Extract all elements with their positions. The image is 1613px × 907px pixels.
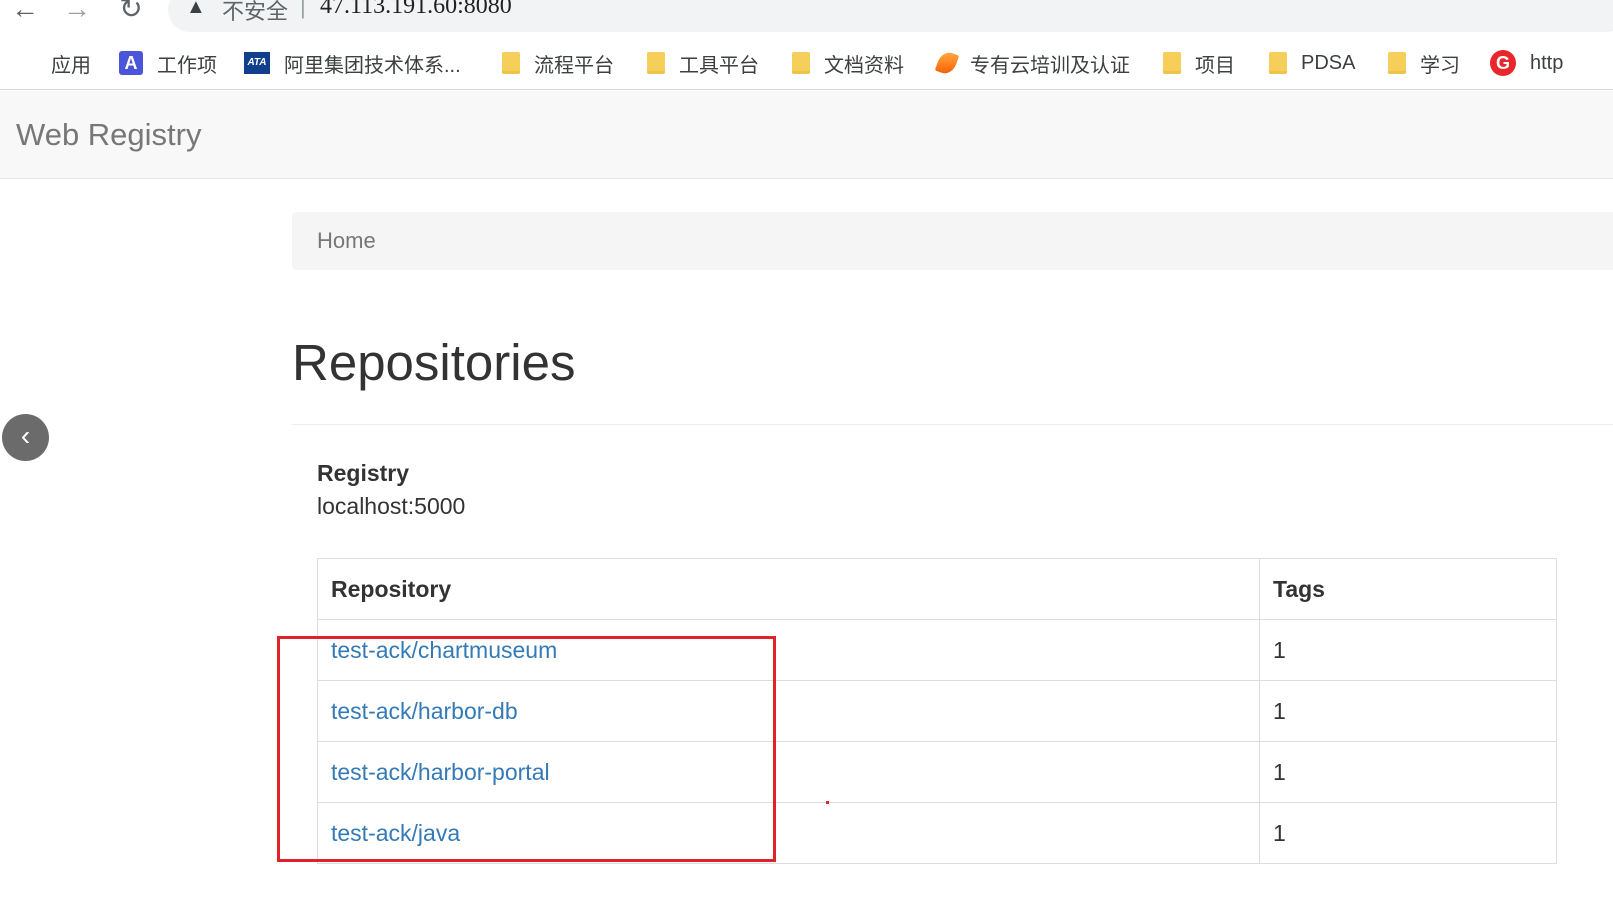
brand-link[interactable]: Web Registry bbox=[16, 117, 202, 153]
bookmark-http[interactable]: G http bbox=[1490, 48, 1563, 78]
bookmark-folder-pdsa[interactable]: PDSA bbox=[1269, 48, 1355, 78]
bookmark-folder-projects[interactable]: 项目 bbox=[1163, 48, 1235, 78]
bookmark-ata[interactable]: ATA 阿里集团技术体系... bbox=[244, 48, 461, 78]
page-title: Repositories bbox=[292, 334, 576, 391]
bookmark-folder-docs[interactable]: 文档资料 bbox=[792, 48, 904, 78]
bookmark-apps[interactable]: 应用 bbox=[15, 48, 91, 78]
back-arrow-icon[interactable]: ← bbox=[10, 0, 40, 24]
bookmark-label: http bbox=[1530, 51, 1564, 74]
g-icon: G bbox=[1490, 50, 1516, 76]
reload-icon[interactable]: ↻ bbox=[116, 0, 146, 24]
browser-toolbar: ← → ↻ ▲ 不安全 | 47.113.191.60:8080 bbox=[0, 0, 1613, 38]
chevron-left-icon[interactable]: ‹ bbox=[2, 414, 49, 461]
registry-label: Registry bbox=[317, 460, 410, 486]
bookmark-label: 项目 bbox=[1195, 54, 1235, 77]
forward-arrow-icon[interactable]: → bbox=[62, 0, 92, 24]
bookmark-label: 阿里集团技术体系... bbox=[284, 54, 461, 77]
bookmark-folder-tools[interactable]: 工具平台 bbox=[647, 48, 759, 78]
column-header-repository: Repository bbox=[317, 558, 1260, 620]
tags-cell: 1 bbox=[1259, 619, 1557, 681]
folder-icon bbox=[1388, 52, 1406, 74]
breadcrumb-home[interactable]: Home bbox=[317, 228, 376, 254]
address-url[interactable]: 47.113.191.60:8080 bbox=[320, 0, 512, 20]
warning-icon[interactable]: ▲ bbox=[186, 0, 206, 19]
tags-cell: 1 bbox=[1259, 802, 1557, 864]
bookmark-label: 学习 bbox=[1420, 54, 1460, 77]
bookmark-folder-process[interactable]: 流程平台 bbox=[502, 48, 614, 78]
folder-icon bbox=[647, 52, 665, 74]
folder-icon bbox=[792, 52, 810, 74]
a-app-icon: A bbox=[119, 51, 143, 75]
bookmark-folder-study[interactable]: 学习 bbox=[1388, 48, 1460, 78]
bookmark-label: 流程平台 bbox=[534, 54, 614, 77]
address-separator: | bbox=[300, 0, 306, 19]
folder-icon bbox=[1269, 52, 1287, 74]
annotation-dot bbox=[826, 801, 829, 804]
tags-cell: 1 bbox=[1259, 741, 1557, 803]
bookmark-label: 文档资料 bbox=[824, 54, 904, 77]
security-status[interactable]: 不安全 bbox=[222, 0, 288, 26]
ata-icon: ATA bbox=[244, 52, 270, 74]
folder-icon bbox=[502, 52, 520, 74]
bookmark-label: 专有云培训及认证 bbox=[970, 54, 1130, 77]
app-navbar: Web Registry bbox=[0, 91, 1613, 179]
bookmarks-bar: 应用 A 工作项 ATA 阿里集团技术体系... 流程平台 工具平台 文档资料 … bbox=[0, 38, 1613, 90]
bookmark-label: PDSA bbox=[1301, 51, 1356, 74]
column-header-tags: Tags bbox=[1259, 558, 1557, 620]
bookmark-label: 工作项 bbox=[157, 54, 217, 77]
registry-value: localhost:5000 bbox=[317, 493, 466, 519]
bookmark-label: 应用 bbox=[51, 54, 91, 77]
divider bbox=[292, 424, 1613, 425]
bookmark-label: 工具平台 bbox=[679, 54, 759, 77]
apps-grid-icon bbox=[15, 52, 37, 74]
tags-cell: 1 bbox=[1259, 680, 1557, 742]
bookmark-workitems[interactable]: A 工作项 bbox=[119, 48, 217, 78]
flame-icon bbox=[934, 49, 960, 77]
breadcrumb: Home bbox=[292, 212, 1613, 270]
highlight-annotation-box bbox=[277, 636, 776, 862]
bookmark-training[interactable]: 专有云培训及认证 bbox=[934, 48, 1130, 78]
folder-icon bbox=[1163, 52, 1181, 74]
table-header-row: Repository Tags bbox=[317, 558, 1557, 620]
